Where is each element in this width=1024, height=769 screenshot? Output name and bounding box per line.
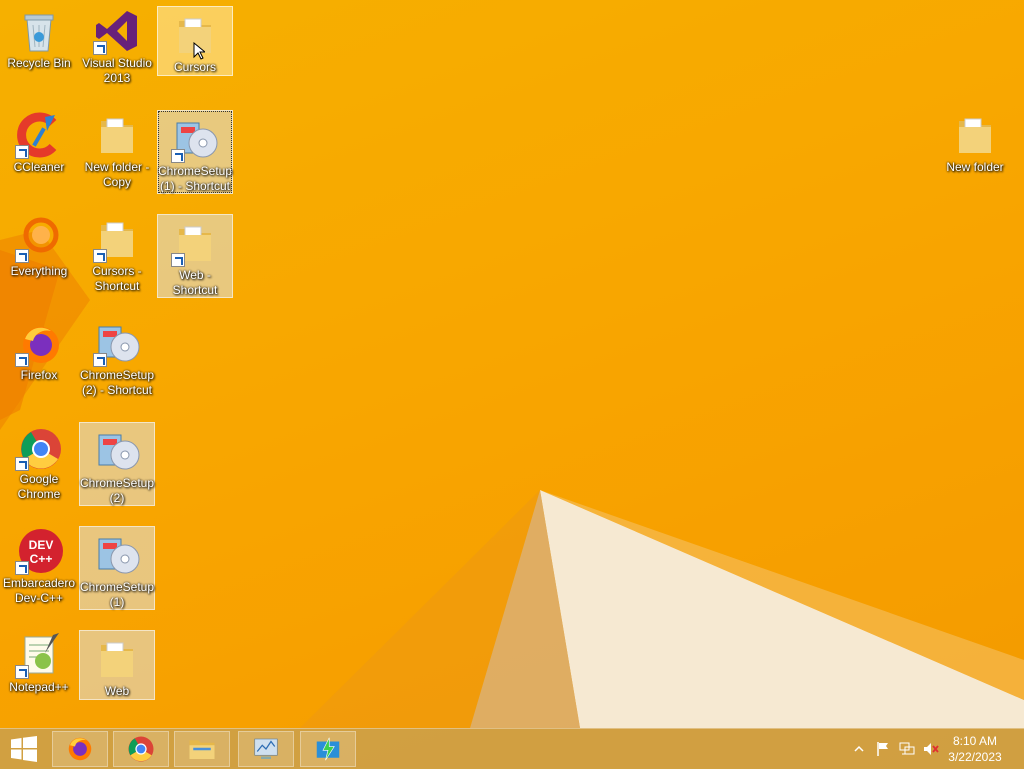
installer-disc-icon: [93, 319, 141, 367]
chrome-icon: [15, 423, 63, 471]
show-hidden-icons-chevron-icon[interactable]: [850, 740, 868, 758]
desktop-icon-chromesetup-2[interactable]: ChromeSetup (2): [79, 422, 155, 506]
desktop-icon-chromesetup-2-shortcut[interactable]: ChromeSetup (2) - Shortcut: [79, 314, 155, 398]
desktop-icon-chromesetup-1-shortcut[interactable]: ChromeSetup (1) - Shortcut: [157, 110, 233, 194]
visual-studio-icon: [93, 7, 141, 55]
shortcut-arrow-icon: [171, 149, 185, 163]
taskbar: 8:10 AM 3/22/2023: [0, 728, 1024, 769]
desktop-icon-firefox[interactable]: Firefox: [1, 314, 77, 398]
desktop-icon-new-folder-copy[interactable]: New folder - Copy: [79, 106, 155, 190]
desktop-icon-cursors-shortcut[interactable]: Cursors - Shortcut: [79, 210, 155, 294]
shortcut-arrow-icon: [15, 561, 29, 575]
clock-date: 3/22/2023: [948, 750, 1002, 764]
desktop-icon-label: ChromeSetup (2): [79, 476, 155, 505]
desktop-icon-label: ChromeSetup (1) - Shortcut: [157, 164, 233, 193]
desktop-icon-label: New folder: [946, 160, 1004, 174]
volume-muted-icon[interactable]: [922, 740, 940, 758]
desktop-icon-notepad-plus-plus[interactable]: Notepad++: [1, 626, 77, 710]
folder-icon: [93, 635, 141, 683]
installer-disc-icon: [171, 115, 219, 163]
desktop-icon-label: Web: [104, 684, 130, 698]
desktop-icon-label: ChromeSetup (2) - Shortcut: [79, 368, 155, 397]
folder-icon: [93, 215, 141, 263]
installer-disc-icon: [93, 427, 141, 475]
desktop-icon-label: Cursors - Shortcut: [92, 264, 142, 293]
network-icon[interactable]: [898, 740, 916, 758]
taskbar-network-app-button[interactable]: [238, 731, 294, 767]
taskbar-clock[interactable]: 8:10 AM 3/22/2023: [940, 733, 1010, 765]
shortcut-arrow-icon: [15, 145, 29, 159]
desktop-icon-web[interactable]: Web: [79, 630, 155, 700]
mouse-pointer-icon: [193, 42, 205, 60]
taskbar-chrome-button[interactable]: [113, 731, 169, 767]
shortcut-arrow-icon: [171, 253, 185, 267]
desktop-icon-label: Cursors: [173, 60, 216, 74]
desktop-icon-everything[interactable]: Everything: [1, 210, 77, 294]
desktop-icon-dev-cpp[interactable]: DEV C++ Embarcadero Dev-C++: [1, 522, 77, 606]
taskbar-firefox-button[interactable]: [52, 731, 108, 767]
desktop-icon-cursors[interactable]: Cursors: [157, 6, 233, 76]
desktop-icon-google-chrome[interactable]: Google Chrome: [1, 418, 77, 502]
firefox-icon: [15, 319, 63, 367]
shortcut-arrow-icon: [93, 249, 107, 263]
desktop-icon-label: Recycle Bin: [7, 56, 71, 70]
action-center-flag-icon[interactable]: [874, 740, 892, 758]
network-app-icon: [254, 738, 278, 759]
ccleaner-icon: [15, 111, 63, 159]
taskbar-flash-app-button[interactable]: [300, 731, 356, 767]
chrome-icon: [128, 736, 154, 762]
desktop-icon-web-shortcut[interactable]: Web - Shortcut: [157, 214, 233, 298]
everything-search-icon: [15, 215, 63, 263]
svg-text:C++: C++: [30, 552, 53, 566]
start-button[interactable]: [0, 729, 48, 769]
desktop-icon-new-folder[interactable]: New folder: [937, 106, 1013, 190]
desktop-icon-label: Visual Studio 2013: [82, 56, 152, 85]
shortcut-arrow-icon: [15, 249, 29, 263]
taskbar-file-explorer-button[interactable]: [174, 731, 230, 767]
desktop-icon-label: CCleaner: [13, 160, 65, 174]
notepad-plus-plus-icon: [15, 631, 63, 679]
desktop-icon-label: Google Chrome: [17, 472, 61, 501]
desktop-icon-label: New folder - Copy: [84, 160, 150, 189]
folder-icon: [951, 111, 999, 159]
system-tray: [850, 729, 940, 769]
shortcut-arrow-icon: [93, 353, 107, 367]
shortcut-arrow-icon: [93, 41, 107, 55]
folder-icon: [93, 111, 141, 159]
desktop-icon-label: Embarcadero Dev-C++: [2, 576, 76, 605]
desktop-icon-label: Firefox: [20, 368, 58, 382]
desktop-icon-label: ChromeSetup (1): [79, 580, 155, 609]
desktop-icon-label: Notepad++: [9, 680, 69, 694]
file-explorer-icon: [189, 740, 215, 759]
desktop-icon-label: Everything: [10, 264, 68, 278]
recycle-bin-icon: [15, 7, 63, 55]
shortcut-arrow-icon: [15, 665, 29, 679]
clock-time: 8:10 AM: [952, 734, 998, 748]
shortcut-arrow-icon: [15, 353, 29, 367]
desktop-icon-recycle-bin[interactable]: Recycle Bin: [1, 2, 77, 86]
dev-cpp-icon: DEV C++: [15, 527, 63, 575]
shortcut-arrow-icon: [15, 457, 29, 471]
svg-text:DEV: DEV: [29, 538, 54, 552]
flash-app-icon: [316, 737, 340, 761]
windows-logo-icon: [11, 736, 37, 762]
installer-disc-icon: [93, 531, 141, 579]
folder-icon: [171, 219, 219, 267]
desktop-icon-label: Web - Shortcut: [172, 268, 218, 297]
firefox-icon: [68, 737, 92, 761]
desktop-icon-visual-studio[interactable]: Visual Studio 2013: [79, 2, 155, 86]
desktop-icon-chromesetup-1[interactable]: ChromeSetup (1): [79, 526, 155, 610]
desktop-icon-ccleaner[interactable]: CCleaner: [1, 106, 77, 190]
